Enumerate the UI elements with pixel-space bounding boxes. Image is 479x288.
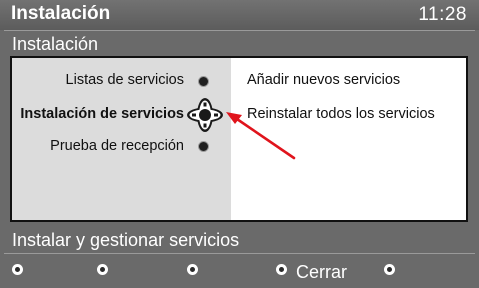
title-bar: Instalación 11:28 (0, 0, 479, 30)
menu-item-label: Instalación de servicios (20, 106, 184, 122)
color-key-1-icon[interactable] (12, 264, 23, 275)
red-arrow-icon (226, 112, 296, 160)
menu-item-listas-de-servicios[interactable]: Listas de servicios (0, 72, 184, 88)
clock: 11:28 (418, 4, 467, 25)
menu-bullet-icon (198, 141, 209, 152)
section-subtitle: Instalación (12, 34, 99, 54)
title-divider (4, 30, 475, 31)
menu-item-instalacion-de-servicios[interactable]: Instalación de servicios (0, 106, 184, 122)
color-key-5-icon[interactable] (384, 264, 395, 275)
color-key-4-icon[interactable] (276, 264, 287, 275)
close-button-label[interactable]: Cerrar (296, 262, 347, 283)
menu-item-label: Listas de servicios (65, 72, 184, 88)
submenu-item-anadir-nuevos-servicios[interactable]: Añadir nuevos servicios (247, 72, 400, 88)
menu-item-label: Prueba de recepción (50, 138, 184, 154)
menu-item-prueba-de-recepcion[interactable]: Prueba de recepción (0, 138, 184, 154)
hint-text: Instalar y gestionar servicios (12, 230, 240, 250)
menu-bullet-icon (198, 76, 209, 87)
page-title: Instalación (11, 3, 111, 24)
color-key-2-icon[interactable] (97, 264, 108, 275)
color-key-3-icon[interactable] (187, 264, 198, 275)
footer-divider (4, 253, 475, 254)
menu-panel: Listas de servicios Instalación de servi… (10, 56, 468, 222)
submenu-item-label: Añadir nuevos servicios (247, 72, 401, 88)
